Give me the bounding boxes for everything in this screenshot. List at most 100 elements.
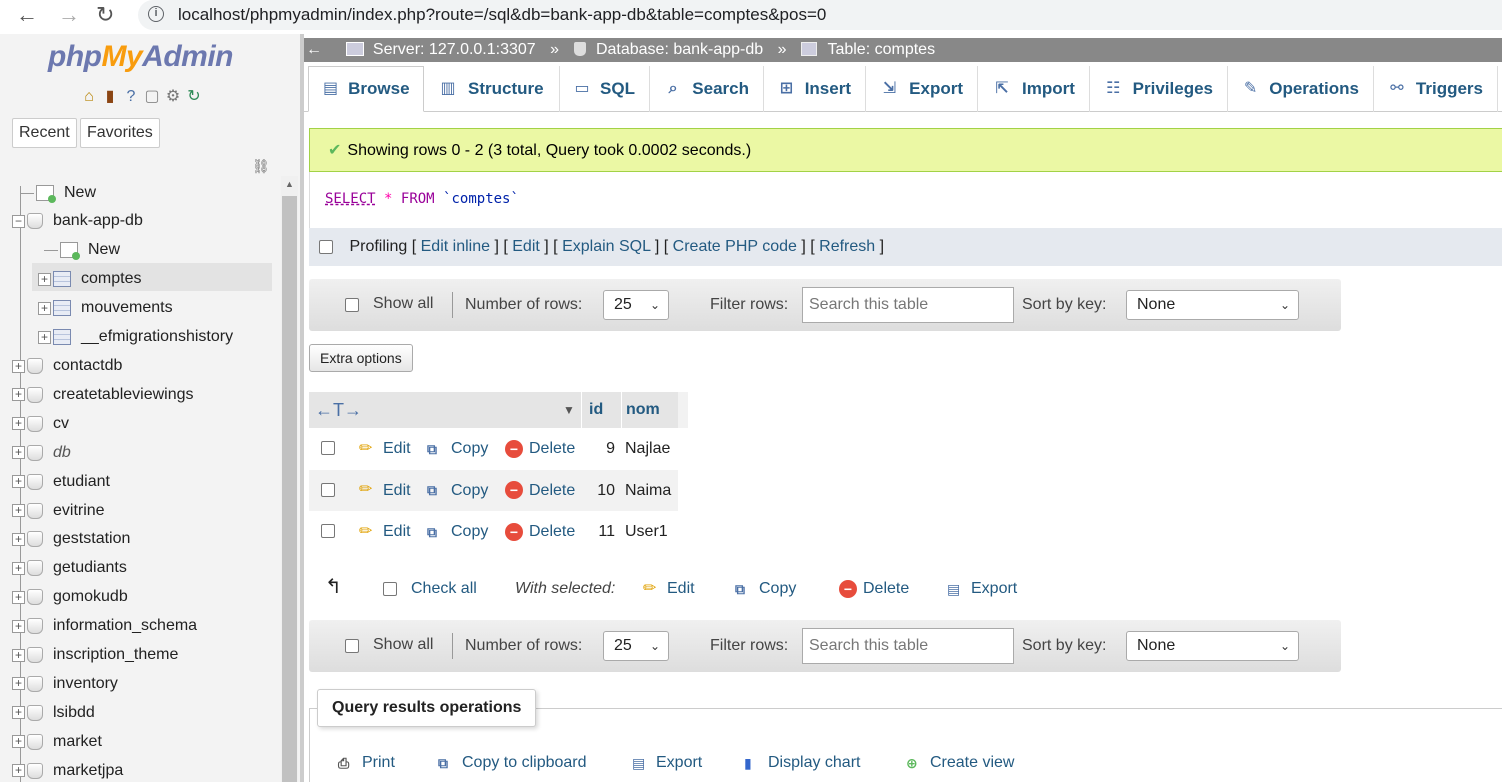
expand-icon[interactable]: + <box>12 504 25 517</box>
display-chart-link[interactable]: ▮ Display chart <box>744 750 860 776</box>
expand-icon[interactable]: + <box>12 735 25 749</box>
copy-to-clipboard-link[interactable]: ⧉ Copy to clipboard <box>438 750 587 776</box>
breadcrumb-table[interactable]: Table: comptes <box>827 38 935 62</box>
tab-sql[interactable]: ▭ SQL <box>560 66 650 112</box>
bulk-export-button[interactable]: ▤ Export <box>947 572 1017 606</box>
tab-structure[interactable]: ▥ Structure <box>424 66 560 112</box>
bulk-delete-button[interactable]: − Delete <box>839 572 909 606</box>
recent-tab[interactable]: Recent <box>12 118 77 148</box>
sort-marker-icon[interactable]: ▼ <box>563 392 575 428</box>
row-checkbox[interactable] <box>321 482 335 497</box>
tab-search[interactable]: ⌕ Search <box>650 66 764 112</box>
tree-item-new[interactable]: New <box>20 180 96 206</box>
settings-gear-icon[interactable]: ⚙ <box>164 88 182 106</box>
address-bar[interactable]: i localhost/phpmyadmin/index.php?route=/… <box>138 0 1502 30</box>
tree-item-database[interactable]: + cv <box>12 411 69 437</box>
forward-arrow-icon[interactable]: → <box>58 2 80 28</box>
tree-item-mouvements[interactable]: + mouvements <box>38 295 173 321</box>
collapse-nav-arrow-icon[interactable]: ← <box>306 38 326 62</box>
tree-item-database[interactable]: + market <box>12 729 102 755</box>
expand-icon[interactable]: + <box>12 590 25 604</box>
url-text[interactable]: localhost/phpmyadmin/index.php?route=/sq… <box>178 5 826 25</box>
edit-link[interactable]: Edit <box>512 238 540 255</box>
tree-item-database[interactable]: + marketjpa <box>12 758 123 782</box>
sql-query-text[interactable]: SELECT * FROM `comptes` <box>325 191 519 207</box>
check-all-checkbox[interactable] <box>383 582 397 596</box>
row-checkbox[interactable] <box>321 441 335 455</box>
scroll-up-arrow-icon[interactable]: ▲ <box>281 176 298 193</box>
show-all-checkbox[interactable] <box>345 639 359 653</box>
back-arrow-icon[interactable]: ← <box>16 2 38 28</box>
tree-item-database[interactable]: + createtableviewings <box>12 382 194 408</box>
check-all-label[interactable]: Check all <box>411 572 477 606</box>
tab-export[interactable]: ⇲ Export <box>866 66 978 112</box>
expand-icon[interactable]: + <box>12 561 25 575</box>
row-edit-link[interactable]: ✏ Edit <box>359 470 411 511</box>
tab-browse[interactable]: ▤ Browse <box>308 66 424 112</box>
extra-options-button[interactable]: Extra options <box>309 344 413 372</box>
tree-item-database[interactable]: + lsibdd <box>12 700 95 726</box>
expand-icon[interactable]: + <box>38 272 51 286</box>
tree-item-database[interactable]: + geststation <box>12 526 130 552</box>
tab-privileges[interactable]: ☷ Privileges <box>1090 66 1228 112</box>
expand-icon[interactable]: + <box>12 706 25 720</box>
tree-item-database[interactable]: + db <box>12 440 71 466</box>
tree-item-database[interactable]: + gomokudb <box>12 584 128 610</box>
reload-icon[interactable]: ↻ <box>96 2 114 28</box>
row-edit-link[interactable]: ✏ Edit <box>359 511 411 552</box>
profiling-checkbox[interactable] <box>319 239 333 254</box>
show-all-checkbox[interactable] <box>345 298 359 312</box>
collapse-icon[interactable]: − <box>12 214 25 228</box>
expand-icon[interactable]: + <box>12 648 25 662</box>
row-delete-link[interactable]: − Delete <box>505 511 575 552</box>
link-chain-icon[interactable]: ⛓ <box>252 158 270 175</box>
expand-icon[interactable]: + <box>12 359 25 373</box>
expand-icon[interactable]: + <box>38 301 51 315</box>
edit-inline-link[interactable]: Edit inline <box>421 238 490 255</box>
sort-by-key-select[interactable]: None ⌄ <box>1126 290 1299 320</box>
expand-icon[interactable]: + <box>38 330 51 344</box>
expand-icon[interactable]: + <box>12 619 25 633</box>
number-of-rows-select[interactable]: 25 ⌄ <box>603 290 669 320</box>
refresh-link[interactable]: Refresh <box>819 238 875 255</box>
breadcrumb-database[interactable]: Database: bank-app-db <box>596 38 763 62</box>
tab-triggers[interactable]: ⚯ Triggers <box>1374 66 1498 112</box>
create-php-code-link[interactable]: Create PHP code <box>673 238 797 255</box>
create-view-link[interactable]: ⊕ Create view <box>906 750 1014 776</box>
expand-icon[interactable]: + <box>12 388 25 402</box>
row-checkbox[interactable] <box>321 524 335 538</box>
nav-scrollbar[interactable]: ▲ <box>281 176 298 782</box>
export-link[interactable]: ▤ Export <box>632 750 702 776</box>
expand-icon[interactable]: + <box>12 475 25 489</box>
column-arrows-icon[interactable]: ←T→ <box>315 392 362 428</box>
bulk-copy-button[interactable]: ⧉ Copy <box>735 572 796 606</box>
site-info-icon[interactable]: i <box>148 6 164 22</box>
bulk-edit-button[interactable]: ✏ Edit <box>643 572 695 606</box>
expand-icon[interactable]: + <box>12 446 25 460</box>
reload-nav-icon[interactable]: ↻ <box>185 88 203 106</box>
favorites-tab[interactable]: Favorites <box>80 118 160 148</box>
tab-operations[interactable]: ✎ Operations <box>1228 66 1374 112</box>
tree-item-database[interactable]: + contactdb <box>12 353 122 379</box>
show-all-label[interactable]: Show all <box>373 295 433 313</box>
tree-item-database[interactable]: + inscription_theme <box>12 642 178 668</box>
print-link[interactable]: ⎙ Print <box>338 750 395 776</box>
tab-insert[interactable]: ⊞ Insert <box>764 66 866 112</box>
sort-by-key-select[interactable]: None ⌄ <box>1126 631 1299 661</box>
tab-import[interactable]: ⇱ Import <box>978 66 1090 112</box>
documentation-icon[interactable]: ▢ <box>143 88 161 106</box>
expand-icon[interactable]: + <box>12 532 25 546</box>
explain-sql-link[interactable]: Explain SQL <box>562 238 650 255</box>
tree-item-database[interactable]: + inventory <box>12 671 118 697</box>
row-edit-link[interactable]: ✏ Edit <box>359 428 411 469</box>
scrollbar-thumb[interactable] <box>282 196 297 782</box>
show-all-label[interactable]: Show all <box>373 636 433 654</box>
phpmyadmin-logo[interactable]: phpMyAdmin <box>48 40 233 74</box>
expand-icon[interactable]: + <box>12 677 25 691</box>
tree-item-comptes[interactable]: + comptes <box>38 266 141 292</box>
tree-item-bank-new[interactable]: New <box>44 237 120 263</box>
row-delete-link[interactable]: − Delete <box>505 428 575 469</box>
column-header-id[interactable]: id <box>581 392 621 428</box>
number-of-rows-select[interactable]: 25 ⌄ <box>603 631 669 661</box>
tree-item-database[interactable]: + evitrine <box>12 498 105 524</box>
